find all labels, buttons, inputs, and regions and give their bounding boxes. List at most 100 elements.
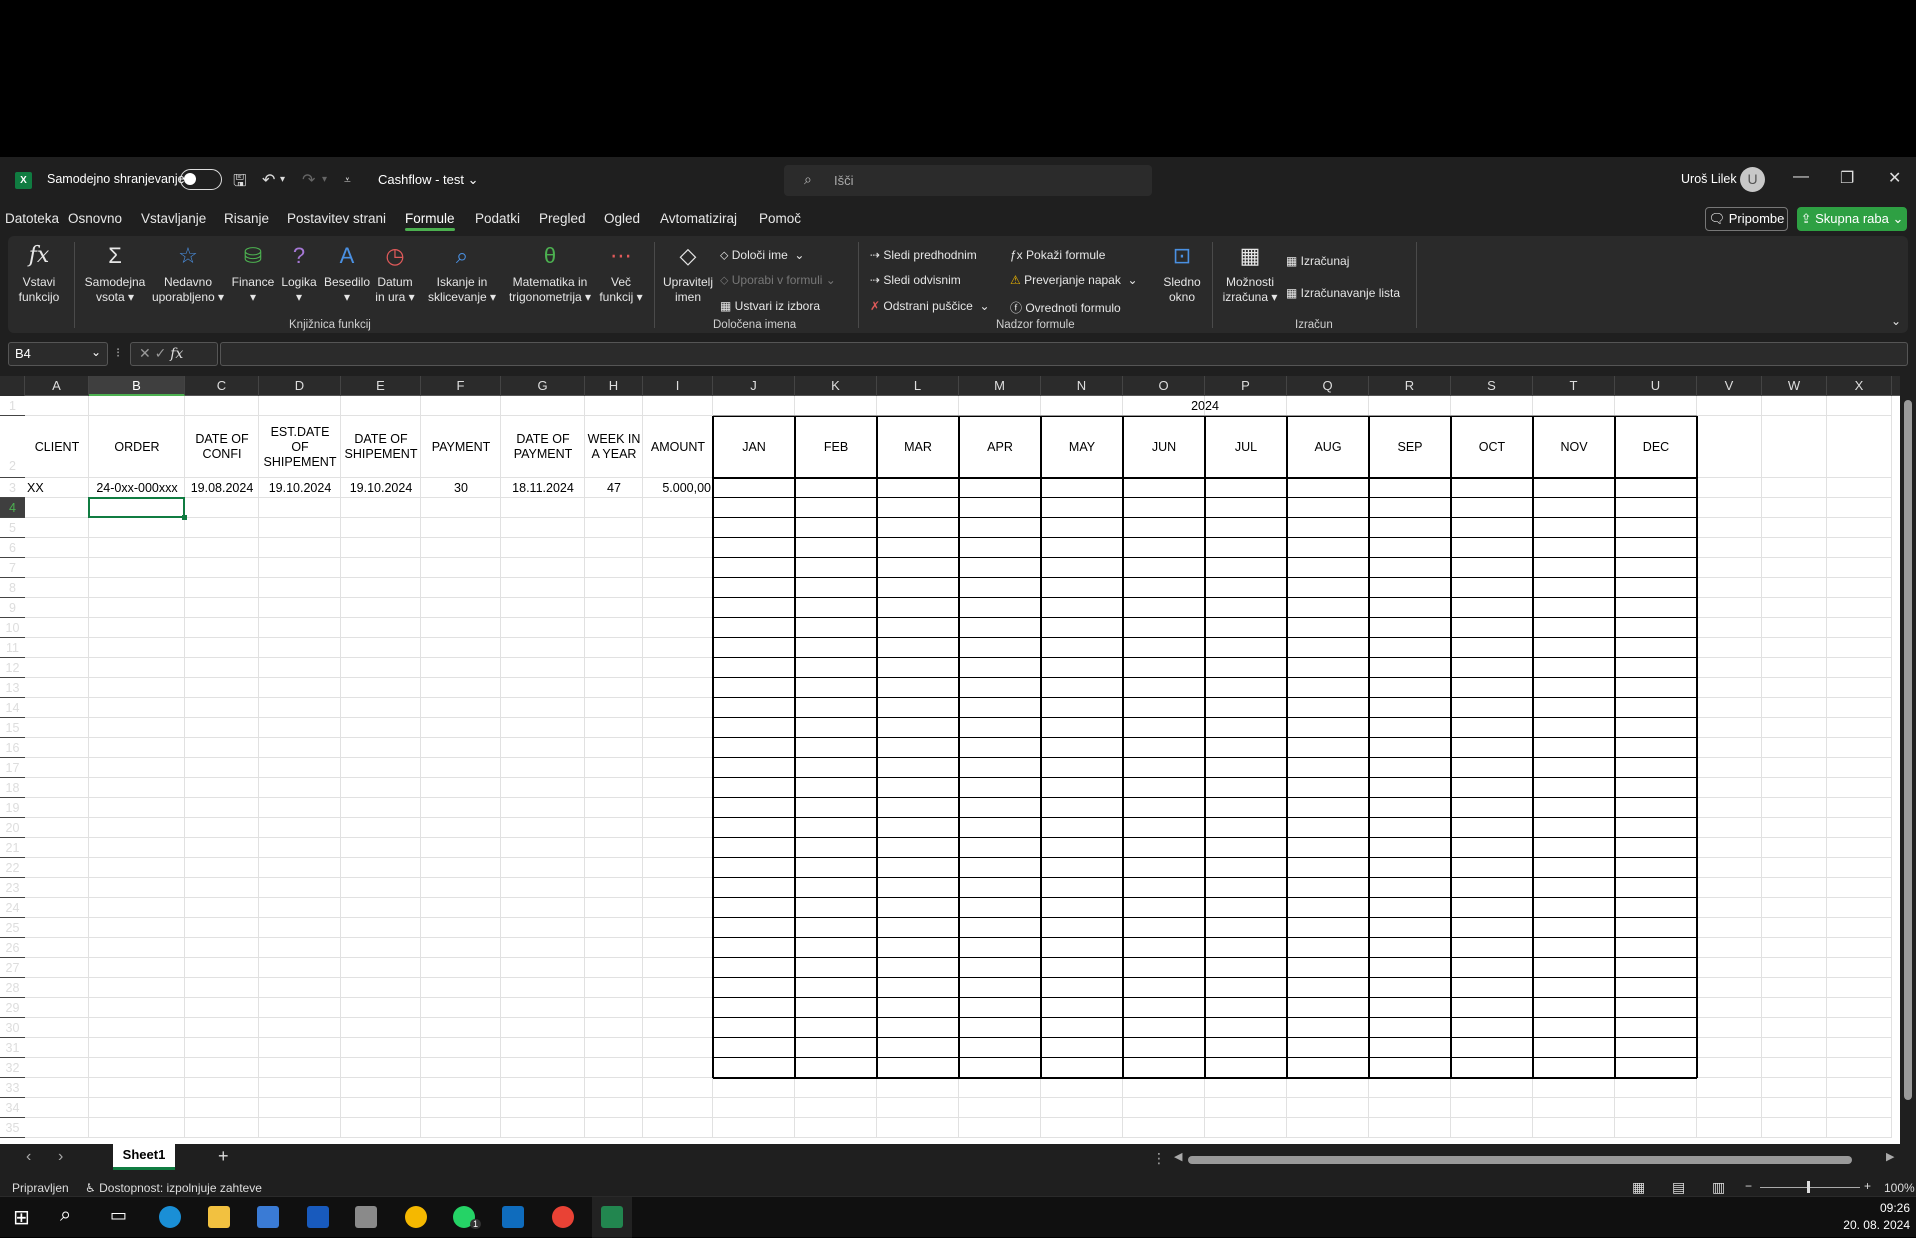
calculate-sheet-button[interactable]: ▦ Izračunavanje lista <box>1286 286 1400 300</box>
enter-icon[interactable]: ✓ <box>155 345 167 361</box>
restore-icon[interactable]: ❐ <box>1840 168 1854 188</box>
row-header-28[interactable]: 28 <box>0 978 25 998</box>
autosave-toggle[interactable] <box>180 169 222 190</box>
column-header-a[interactable]: A <box>25 376 89 396</box>
taskbar-search-icon[interactable]: ⌕ <box>60 1204 71 1227</box>
more-functions-button[interactable]: ⋯ Več funkcij ▾ <box>596 241 646 305</box>
zoom-level[interactable]: 100% <box>1884 1181 1915 1195</box>
column-header-s[interactable]: S <box>1451 376 1533 396</box>
normal-view-icon[interactable]: ▦ <box>1632 1179 1645 1196</box>
tab-help[interactable]: Pomoč <box>759 211 801 226</box>
row-header-2[interactable]: 2 <box>0 416 25 478</box>
zoom-in-icon[interactable]: + <box>1864 1179 1871 1193</box>
recently-used-button[interactable]: ☆ Nedavno uporabljeno ▾ <box>148 241 228 305</box>
row-header-31[interactable]: 31 <box>0 1038 25 1058</box>
trace-precedents-button[interactable]: ⇢ Sledi predhodnim <box>870 248 977 262</box>
row-header-10[interactable]: 10 <box>0 618 25 638</box>
data-cell[interactable]: 5.000,00 <box>643 478 713 498</box>
row-header-17[interactable]: 17 <box>0 758 25 778</box>
row-header-5[interactable]: 5 <box>0 518 25 538</box>
header-cell[interactable]: AMOUNT <box>643 416 713 478</box>
row-header-20[interactable]: 20 <box>0 818 25 838</box>
row-header-18[interactable]: 18 <box>0 778 25 798</box>
row-header-7[interactable]: 7 <box>0 558 25 578</box>
row-header-16[interactable]: 16 <box>0 738 25 758</box>
column-header-i[interactable]: I <box>643 376 713 396</box>
date-time-button[interactable]: ◷ Datum in ura ▾ <box>372 241 418 305</box>
horizontal-scroll-thumb[interactable] <box>1188 1156 1852 1164</box>
cancel-icon[interactable]: ✕ <box>139 345 151 361</box>
data-cell[interactable]: 30 <box>421 478 501 498</box>
column-header-k[interactable]: K <box>795 376 877 396</box>
scroll-left-icon[interactable]: ◀ <box>1174 1150 1182 1163</box>
header-cell[interactable]: DATE OF SHIPEMENT <box>341 416 421 478</box>
document-title[interactable]: Cashflow - test ⌄ <box>378 172 479 188</box>
data-cell[interactable]: 19.10.2024 <box>341 478 421 498</box>
outlook-icon[interactable] <box>502 1206 524 1228</box>
undo-dropdown-icon[interactable]: ▾ <box>280 174 285 185</box>
column-header-v[interactable]: V <box>1697 376 1762 396</box>
name-manager-button[interactable]: ◇ Upravitelj imen <box>660 241 716 305</box>
month-header-dec[interactable]: DEC <box>1615 416 1697 478</box>
month-header-aug[interactable]: AUG <box>1287 416 1369 478</box>
prev-sheet-icon[interactable]: ‹ <box>26 1148 31 1166</box>
data-cell[interactable]: 19.10.2024 <box>259 478 341 498</box>
column-header-p[interactable]: P <box>1205 376 1287 396</box>
fill-handle[interactable] <box>182 515 187 520</box>
edge-icon[interactable] <box>159 1206 181 1228</box>
calculator-app-icon[interactable] <box>355 1206 377 1228</box>
calculation-options-button[interactable]: ▦ Možnosti izračuna ▾ <box>1220 241 1280 305</box>
cell-grid[interactable]: 2024 CLIENT ORDER DATE OF CONFI EST.DATE OF … <box>25 396 1900 1144</box>
create-from-selection-button[interactable]: ▦ Ustvari iz izbora <box>720 299 820 313</box>
row-header-27[interactable]: 27 <box>0 958 25 978</box>
data-cell[interactable]: 47 <box>585 478 643 498</box>
lookup-button[interactable]: ⌕ Iskanje in sklicevanje ▾ <box>426 241 498 305</box>
row-header-21[interactable]: 21 <box>0 838 25 858</box>
tab-formulas[interactable]: Formule <box>405 211 455 231</box>
tab-file[interactable]: Datoteka <box>5 211 59 226</box>
header-cell[interactable]: EST.DATE OF SHIPEMENT <box>259 416 341 478</box>
column-header-j[interactable]: J <box>713 376 795 396</box>
column-header-e[interactable]: E <box>341 376 421 396</box>
logic-button[interactable]: ? Logika ▾ <box>278 241 320 305</box>
data-cell[interactable]: XX <box>25 478 89 498</box>
row-header-35[interactable]: 35 <box>0 1118 25 1138</box>
row-header-32[interactable]: 32 <box>0 1058 25 1078</box>
next-sheet-icon[interactable]: › <box>58 1148 63 1166</box>
row-header-3[interactable]: 3 <box>0 478 25 498</box>
selected-cell-b4[interactable] <box>88 497 185 518</box>
formula-bar-more-icon[interactable]: ⁝ <box>116 345 120 361</box>
month-header-apr[interactable]: APR <box>959 416 1041 478</box>
month-header-oct[interactable]: OCT <box>1451 416 1533 478</box>
redo-icon[interactable]: ↷ <box>302 170 315 190</box>
row-header-33[interactable]: 33 <box>0 1078 25 1098</box>
row-header-25[interactable]: 25 <box>0 918 25 938</box>
month-header-mar[interactable]: MAR <box>877 416 959 478</box>
row-header-1[interactable]: 1 <box>0 396 25 416</box>
user-avatar[interactable]: U <box>1740 167 1765 192</box>
use-in-formula-button[interactable]: ⬦ Uporabi v formuli ⌄ <box>720 273 836 288</box>
row-header-14[interactable]: 14 <box>0 698 25 718</box>
save-icon[interactable]: 🖫 <box>233 170 247 197</box>
row-header-23[interactable]: 23 <box>0 878 25 898</box>
data-cell[interactable]: 18.11.2024 <box>501 478 585 498</box>
remove-arrows-button[interactable]: ✗ Odstrani puščice ⌄ <box>870 299 990 313</box>
math-trig-button[interactable]: θ Matematika in trigonometrija ▾ <box>502 241 598 305</box>
file-explorer-icon[interactable] <box>208 1206 230 1228</box>
column-header-d[interactable]: D <box>259 376 341 396</box>
tab-home[interactable]: Osnovno <box>68 211 122 226</box>
tab-view[interactable]: Ogled <box>604 211 640 226</box>
row-header-8[interactable]: 8 <box>0 578 25 598</box>
month-header-feb[interactable]: FEB <box>795 416 877 478</box>
share-button[interactable]: ⇪ Skupna raba ⌄ <box>1797 207 1907 231</box>
column-header-c[interactable]: C <box>185 376 259 396</box>
text-button[interactable]: A Besedilo ▾ <box>322 241 372 305</box>
zoom-slider[interactable] <box>1760 1187 1860 1188</box>
define-name-button[interactable]: ⬦ Določi ime ⌄ <box>720 248 804 263</box>
word-icon[interactable] <box>307 1206 329 1228</box>
column-header-o[interactable]: O <box>1123 376 1205 396</box>
row-header-26[interactable]: 26 <box>0 938 25 958</box>
system-clock[interactable]: 09:26 20. 08. 2024 <box>1843 1200 1910 1234</box>
redo-dropdown-icon[interactable]: ▾ <box>322 174 327 185</box>
windows-start-icon[interactable]: ⊞ <box>13 1205 30 1230</box>
